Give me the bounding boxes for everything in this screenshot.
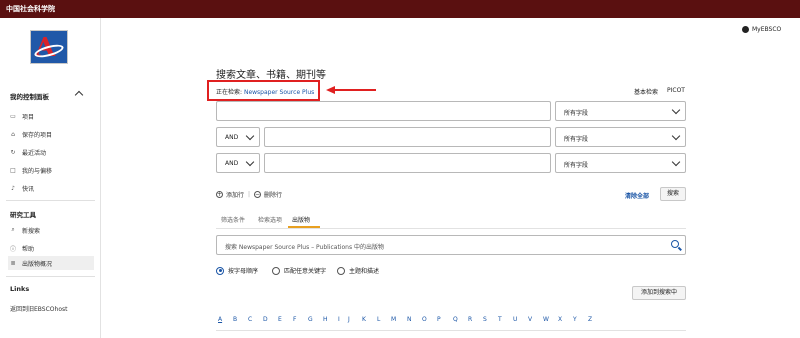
alpha-link[interactable]: M [391, 316, 396, 323]
operator-select-2[interactable]: AND [216, 127, 260, 147]
alpha-link[interactable]: L [377, 316, 380, 323]
history-icon: ↻ [10, 148, 16, 156]
radio-icon [272, 266, 280, 275]
sidebar: A 我的控制面板 ▭ 项目 ⌂ 保存的项目 ↻ 最近活动 □ 我的与偏移 ♪ 快… [0, 18, 101, 338]
row-controls: + 添加行 | − 删除行 [216, 190, 283, 199]
alpha-link[interactable]: H [323, 316, 328, 323]
radio-selected-icon [216, 266, 224, 275]
alpha-link[interactable]: N [407, 316, 412, 323]
bell-icon: ♪ [11, 184, 15, 192]
sidebar-item-alerts[interactable]: ♪ 快讯 [8, 181, 94, 195]
sidebar-item-projects[interactable]: ▭ 项目 [8, 109, 94, 123]
sidebar-section-tools: 研究工具 [10, 211, 36, 219]
chevron-down-icon [671, 131, 681, 141]
sidebar-item-mine[interactable]: □ 我的与偏移 [8, 163, 94, 177]
user-icon [742, 26, 749, 33]
chevron-down-icon [245, 157, 255, 167]
alpha-link[interactable]: X [558, 316, 562, 323]
alpha-link[interactable]: P [437, 316, 441, 323]
sidebar-item-new-search[interactable]: ⌕ 新搜索 [8, 223, 94, 237]
clear-all-button[interactable]: 清除全部 [625, 191, 649, 200]
alpha-link[interactable]: D [263, 316, 268, 323]
radio-match-any[interactable]: 匹配任意关键字 [272, 266, 326, 275]
annotation-arrow [334, 89, 376, 91]
alpha-link[interactable]: G [308, 316, 313, 323]
links-heading: Links [10, 285, 30, 293]
search-input-3[interactable] [264, 153, 551, 173]
alpha-link[interactable]: A [218, 316, 222, 323]
publication-search-input[interactable]: 搜索 Newspaper Source Plus – Publications … [216, 235, 686, 255]
add-to-search-button[interactable]: 添加到搜索中 [632, 286, 686, 300]
search-icon: ⌕ [11, 226, 15, 233]
basic-search-link[interactable]: 基本检索 [634, 87, 658, 96]
alpha-link[interactable]: U [513, 316, 517, 323]
tab-search-options[interactable]: 检索选项 [258, 215, 282, 224]
publications-icon: ≣ [10, 259, 16, 267]
field-select-3[interactable]: 所有字段 [555, 153, 686, 173]
alpha-link[interactable]: B [233, 316, 237, 323]
alpha-link[interactable]: W [543, 316, 549, 323]
picot-link[interactable]: PICOT [667, 87, 685, 94]
alpha-link[interactable]: Z [588, 316, 592, 323]
list-icon: ▭ [10, 112, 16, 120]
radio-alphabetical[interactable]: 按字母顺序 [216, 266, 258, 275]
myebsco-link[interactable]: MyEBSCO [742, 26, 781, 33]
alpha-link[interactable]: V [528, 316, 532, 323]
chevron-down-icon [245, 131, 255, 141]
alpha-link[interactable]: Q [453, 316, 458, 323]
alpha-link[interactable]: S [483, 316, 487, 323]
alpha-link[interactable]: O [422, 316, 427, 323]
help-icon: ⓘ [9, 245, 16, 253]
link-legacy-ebscohost[interactable]: 返回到旧EBSCOhost [10, 304, 67, 313]
sidebar-item-saved[interactable]: ⌂ 保存的项目 [8, 127, 94, 141]
alpha-link[interactable]: I [338, 316, 340, 323]
sidebar-item-recent[interactable]: ↻ 最近活动 [8, 145, 94, 159]
tab-filters[interactable]: 筛选条件 [221, 215, 245, 224]
search-input-2[interactable] [264, 127, 551, 147]
logo: A [30, 30, 68, 64]
sidebar-item-help[interactable]: ⓘ 帮助 [8, 241, 94, 255]
operator-select-3[interactable]: AND [216, 153, 260, 173]
alpha-link[interactable]: J [348, 316, 350, 323]
radio-subject[interactable]: 主题和描述 [337, 266, 379, 275]
minus-circle-icon[interactable]: − [254, 191, 262, 198]
folder-icon: □ [10, 166, 16, 174]
chevron-down-icon [671, 105, 681, 115]
plus-circle-icon[interactable]: + [216, 191, 223, 198]
alpha-link[interactable]: T [498, 316, 502, 323]
top-bar: 中国社会科学院 [0, 0, 800, 18]
sidebar-section-dashboard[interactable]: 我的控制面板 [10, 91, 49, 101]
search-button[interactable]: 搜索 [660, 187, 686, 201]
field-select-1[interactable]: 所有字段 [555, 101, 686, 121]
bookmark-icon: ⌂ [11, 130, 15, 138]
alpha-link[interactable]: K [362, 316, 366, 323]
alpha-link[interactable]: C [248, 316, 252, 323]
institution-name: 中国社会科学院 [6, 5, 55, 13]
search-input-1[interactable] [216, 101, 551, 121]
search-icon[interactable] [671, 240, 679, 248]
alpha-link[interactable]: Y [573, 316, 577, 323]
remove-row-button[interactable]: 删除行 [264, 190, 282, 199]
chevron-up-icon[interactable] [74, 90, 84, 100]
tab-publications[interactable]: 出版物 [292, 215, 310, 224]
alpha-link[interactable]: E [278, 316, 282, 323]
active-tab-indicator [288, 226, 320, 228]
field-select-2[interactable]: 所有字段 [555, 127, 686, 147]
alpha-link[interactable]: F [293, 316, 296, 323]
alpha-link[interactable]: R [468, 316, 472, 323]
chevron-down-icon [671, 157, 681, 167]
annotation-box [207, 80, 320, 101]
radio-icon [337, 266, 345, 275]
add-row-button[interactable]: 添加行 [226, 190, 244, 199]
sidebar-item-publications[interactable]: ≣ 出版物概况 [8, 256, 94, 270]
page-title: 搜索文章、书籍、期刊等 [216, 70, 326, 81]
arrow-left-icon [326, 86, 335, 94]
